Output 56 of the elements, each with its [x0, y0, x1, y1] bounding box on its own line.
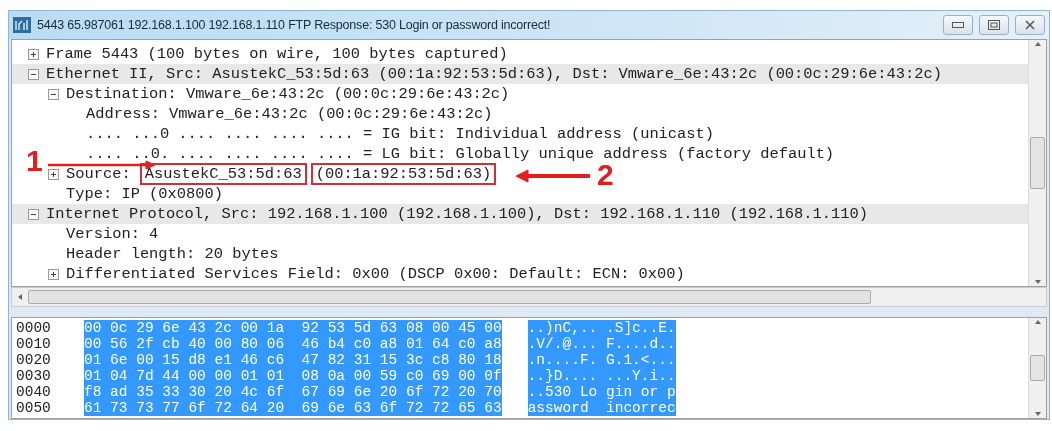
- scroll-down-icon[interactable]: [1033, 410, 1042, 418]
- ascii-bytes[interactable]: assword incorrec: [527, 400, 676, 416]
- collapse-icon[interactable]: [28, 208, 39, 220]
- hex-bytes[interactable]: 01 6e 00 15 d8 e1 46 c6 47 82 31 15 3c c8 80 18: [84, 352, 502, 368]
- app-icon: [13, 17, 31, 33]
- close-icon: [1025, 20, 1035, 30]
- horizontal-scrollbar[interactable]: [11, 287, 1047, 307]
- maximize-icon: [988, 20, 1000, 30]
- tree-item[interactable]: .... ..0. .... .... .... .... = LG bit: Globally unique address (factory default): [86, 145, 835, 163]
- highlighted-value: AsustekC_53:5d:63: [139, 163, 307, 185]
- offset: 0000: [16, 320, 52, 336]
- expand-icon[interactable]: [28, 48, 39, 60]
- scroll-up-icon[interactable]: [1033, 318, 1042, 326]
- expand-icon[interactable]: [48, 268, 59, 280]
- minimize-button[interactable]: [943, 15, 973, 35]
- collapse-icon[interactable]: [48, 88, 59, 100]
- tree-item[interactable]: Type: IP (0x0800): [66, 185, 223, 203]
- annotation-number: 1: [26, 146, 43, 176]
- maximize-button[interactable]: [979, 15, 1009, 35]
- vertical-scrollbar[interactable]: [1028, 40, 1046, 286]
- offset: 0020: [16, 352, 52, 368]
- ascii-bytes[interactable]: ..}D.... ...Y.i..: [527, 368, 676, 384]
- vertical-scrollbar[interactable]: [1028, 318, 1046, 418]
- tree-item[interactable]: Version: 4: [66, 225, 159, 243]
- hex-bytes[interactable]: 00 56 2f cb 40 00 80 06 46 b4 c0 a8 01 64 c0 a8: [84, 336, 502, 352]
- offset: 0040: [16, 384, 52, 400]
- tree-item[interactable]: Destination: Vmware_6e:43:2c (00:0c:29:6e:43:2c): [66, 85, 510, 103]
- tree-item[interactable]: Frame 5443 (100 bytes on wire, 100 bytes captured): [46, 45, 508, 63]
- collapse-icon[interactable]: [28, 68, 39, 80]
- tree-item[interactable]: Address: Vmware_6e:43:2c (00:0c:29:6e:43:2c): [86, 105, 493, 123]
- scroll-down-icon[interactable]: [1033, 278, 1042, 286]
- scroll-left-icon[interactable]: [16, 293, 24, 301]
- close-button[interactable]: [1015, 15, 1045, 35]
- ascii-bytes[interactable]: ..530 Lo gin or p: [527, 384, 676, 400]
- hex-bytes[interactable]: f8 ad 35 33 30 20 4c 6f 67 69 6e 20 6f 72 20 70: [84, 384, 502, 400]
- window-title: 5443 65.987061 192.168.1.100 192.168.1.110 FTP Response: 530 Login or password incorrect!: [37, 18, 552, 32]
- hex-bytes[interactable]: 01 04 7d 44 00 00 01 01 08 0a 00 59 c0 69 00 0f: [84, 368, 502, 384]
- tree-item[interactable]: Header length: 20 bytes: [66, 245, 279, 263]
- tree-item[interactable]: Differentiated Services Field: 0x00 (DSCP 0x00: Default: ECN: 0x00): [66, 265, 685, 283]
- ascii-bytes[interactable]: .n....F. G.1.<...: [527, 352, 676, 368]
- scrollbar-thumb[interactable]: [1030, 137, 1045, 189]
- minimize-icon: [952, 22, 964, 28]
- offset: 0050: [16, 400, 52, 416]
- offset: 0030: [16, 368, 52, 384]
- ascii-bytes[interactable]: .V/.@... F....d..: [527, 336, 676, 352]
- ascii-bytes[interactable]: ..)nC,.. .S]c..E.: [527, 320, 676, 336]
- hex-bytes[interactable]: 00 0c 29 6e 43 2c 00 1a 92 53 5d 63 08 00 45 00: [84, 320, 502, 336]
- hex-bytes[interactable]: 61 73 73 77 6f 72 64 20 69 6e 63 6f 72 72 65 63: [84, 400, 502, 416]
- annotation-number: 2: [597, 160, 614, 190]
- scroll-up-icon[interactable]: [1033, 40, 1042, 48]
- highlighted-value: (00:1a:92:53:5d:63): [310, 163, 497, 185]
- scrollbar-thumb[interactable]: [1030, 355, 1045, 381]
- tree-item[interactable]: .... ...0 .... .... .... .... = IG bit: Individual address (unicast): [86, 125, 715, 143]
- expand-icon[interactable]: [48, 168, 59, 180]
- offset: 0010: [16, 336, 52, 352]
- field-label: Source:: [66, 166, 131, 182]
